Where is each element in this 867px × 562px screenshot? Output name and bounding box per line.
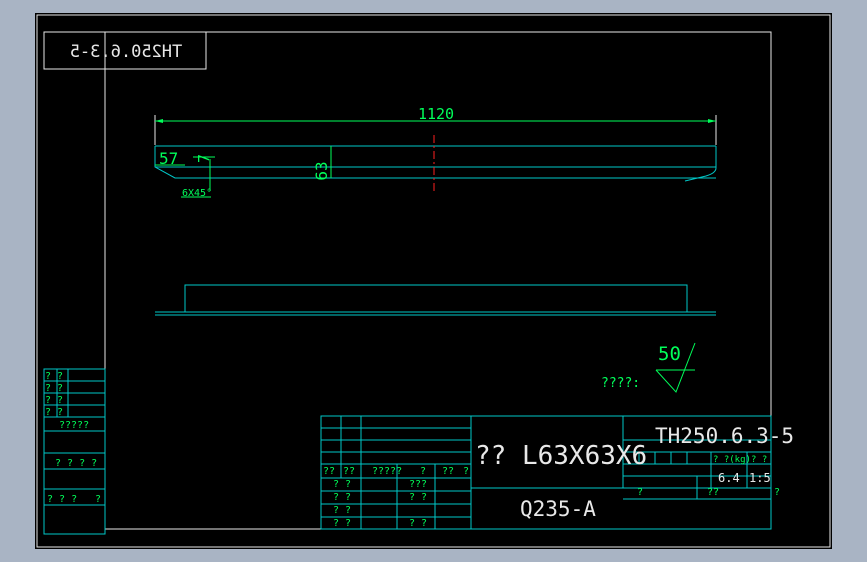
mirrored-code: TH250.6.3-5 xyxy=(70,42,183,62)
left-cell-1: ? ? xyxy=(45,371,63,382)
head-label-5: ?? xyxy=(442,466,454,477)
row-cell-4: ? ? xyxy=(333,518,351,529)
drawing-number: TH250.6.3-5 xyxy=(655,424,794,448)
bottom-cell-1: ? xyxy=(637,487,643,498)
left-cell-3: ? ? xyxy=(45,395,63,406)
row-cell-2: ? ? xyxy=(333,492,351,503)
left-cell-8: ? xyxy=(95,494,101,505)
roughness-label: ????: xyxy=(601,376,640,391)
head-label-2: ?? xyxy=(343,466,355,477)
bottom-cell-3: ? xyxy=(774,487,780,498)
dim-text-1120: 1120 xyxy=(418,105,454,123)
left-cell-6: ? ? ? ? xyxy=(55,458,97,469)
head-label-4: ? xyxy=(420,466,426,477)
weight-value: 6.4 xyxy=(718,471,740,485)
row-cell-1: ? ? xyxy=(333,479,351,490)
head-label-3: ????? xyxy=(372,466,402,477)
row-cell-3: ? ? xyxy=(333,505,351,516)
material: Q235-A xyxy=(520,497,596,521)
weight-label: ? ?(kg) xyxy=(713,455,751,465)
angle-right-end xyxy=(684,146,717,182)
head-label-6: ? xyxy=(463,466,469,477)
row-cell-6: ? ? xyxy=(409,492,427,503)
scale-label: ? ? xyxy=(751,455,767,465)
row-cell-5: ??? xyxy=(409,479,427,490)
cad-canvas: TH250.6.3-5 1120 57 7 6X45° 63 50 ????: xyxy=(35,13,832,549)
side-view-rect xyxy=(184,284,688,313)
drawing-sheet: TH250.6.3-5 1120 57 7 6X45° 63 50 ????: xyxy=(36,14,831,548)
roughness-value: 50 xyxy=(658,343,681,365)
head-label-1: ?? xyxy=(323,466,335,477)
scale-value: 1:5 xyxy=(749,471,771,485)
bottom-cell-2: ?? xyxy=(707,487,719,498)
left-cell-4: ? ? xyxy=(45,407,63,418)
arrow-right xyxy=(708,119,716,123)
part-title: ?? L63X63X6 xyxy=(475,441,647,471)
left-cell-5: ????? xyxy=(59,420,89,431)
dim-text-63: 63 xyxy=(312,161,331,180)
left-cell-7: ? ? ? xyxy=(47,494,77,505)
left-cell-2: ? ? xyxy=(45,383,63,394)
arrow-left xyxy=(155,119,163,123)
row-cell-7: ? ? xyxy=(409,518,427,529)
